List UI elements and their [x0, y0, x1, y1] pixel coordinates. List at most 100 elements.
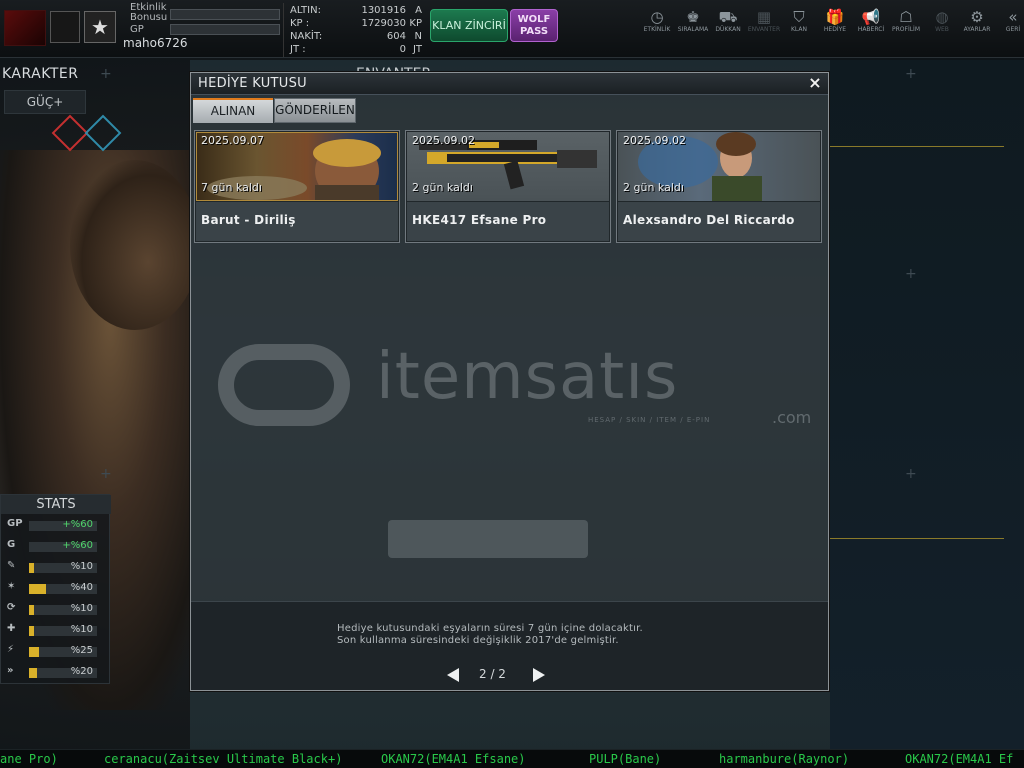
stat-icon: G	[7, 539, 16, 550]
nav-inventory[interactable]: ▦ ENVANTER	[747, 8, 781, 34]
tab-received[interactable]: ALINAN	[193, 98, 273, 123]
wolf-pass-button[interactable]: WOLF PASS	[510, 9, 558, 42]
medal-icon: ♚	[686, 8, 700, 26]
currency-value: 1301916	[361, 5, 406, 16]
gift-remaining: 7 gün kaldı	[201, 181, 262, 194]
rank-logo	[4, 10, 46, 46]
watermark-logo	[218, 344, 350, 426]
nav-clock[interactable]: ◷ ETKİNLİK	[640, 8, 674, 34]
stat-value: +%60	[62, 540, 93, 551]
gift-card[interactable]: 2025.09.02 2 gün kaldı HKE417 Efsane Pro	[405, 130, 611, 243]
stat-bar-fill	[29, 563, 34, 573]
back-icon: «	[1008, 8, 1018, 26]
stat-bar-fill	[29, 647, 39, 657]
right-panel-line	[830, 146, 1004, 147]
stat-value: %10	[70, 624, 93, 635]
stat-icon: »	[7, 665, 14, 676]
news-ticker: ane Pro) ceranacu(Zaitsev Ultimate Black…	[0, 749, 1024, 768]
stat-row: ⟳ %10	[5, 601, 109, 619]
nav-medal[interactable]: ♚ SIRALAMA	[676, 8, 710, 34]
nav-label: HABERCİ	[857, 26, 885, 33]
gift-card[interactable]: 2025.09.07 7 gün kaldı Barut - Diriliş	[194, 130, 400, 243]
clan-emblem[interactable]	[50, 11, 80, 43]
gift-remaining: 2 gün kaldı	[412, 181, 473, 194]
nav-gift[interactable]: 🎁 HEDİYE	[818, 8, 852, 34]
close-button[interactable]: ×	[806, 74, 824, 92]
nav-label: AYARLAR	[963, 26, 991, 33]
stat-icon: ✶	[7, 581, 16, 592]
username: maho6726	[123, 36, 188, 50]
currency-unit: KP	[409, 18, 422, 29]
nav-label: GERİ	[1005, 26, 1021, 33]
nav-back[interactable]: «GERİ	[996, 8, 1024, 34]
plus-marker: +	[905, 66, 917, 82]
stat-bar-fill	[29, 626, 34, 636]
pager: 2 / 2	[445, 667, 545, 683]
nav-globe[interactable]: ◍ WEB	[925, 8, 959, 34]
stat-value: %40	[70, 582, 93, 593]
clan-chain-button[interactable]: KLAN ZİNCİRİ	[430, 9, 508, 42]
currency-value: 1729030	[361, 18, 406, 29]
stat-value: %10	[70, 603, 93, 614]
currency-name: KP :	[290, 18, 310, 29]
nav-shield[interactable]: ⛉ KLAN	[782, 8, 816, 34]
currency-name: ALTIN:	[290, 5, 321, 16]
tab-sent[interactable]: GÖNDERİLEN	[274, 98, 356, 123]
gift-name: HKE417 Efsane Pro	[412, 213, 547, 227]
stat-row: » %20	[5, 664, 109, 682]
gift-icon: 🎁	[825, 8, 845, 26]
info-text: Hediye kutusundaki eşyaların süresi 7 gü…	[337, 623, 643, 634]
nav-gear[interactable]: ⚙ AYARLAR	[960, 8, 994, 34]
megaphone-icon: 📢	[861, 8, 881, 26]
nav-label: ETKİNLİK	[643, 26, 671, 33]
next-page-icon[interactable]	[533, 668, 545, 682]
nav-megaphone[interactable]: 📢 HABERCİ	[854, 8, 888, 34]
inventory-icon: ▦	[756, 8, 772, 26]
gift-date: 2025.09.07	[201, 134, 264, 147]
dialog-title: HEDİYE KUTUSU	[198, 76, 307, 91]
nav-cart[interactable]: ⛟ DÜKKAN	[711, 8, 745, 34]
ticker-item: harmanbure(Raynor)	[719, 752, 850, 766]
stat-icon: ✚	[7, 623, 16, 634]
gift-date: 2025.09.02	[623, 134, 686, 147]
stat-icon: ⚡	[7, 644, 15, 655]
stat-bar-fill	[29, 584, 46, 594]
stat-icon: ✎	[7, 560, 16, 571]
nav-label: WEB	[935, 26, 949, 33]
nav-label: ENVANTER	[747, 26, 781, 33]
gift-name: Alexsandro Del Riccardo	[623, 213, 795, 227]
stat-row: ⚡ %25	[5, 643, 109, 661]
nav-profile[interactable]: ☖ PROFİLİM	[889, 8, 923, 34]
gift-remaining: 2 gün kaldı	[623, 181, 684, 194]
star-icon[interactable]: ★	[84, 11, 116, 43]
watermark-suffix: .com	[772, 408, 812, 427]
gift-card[interactable]: 2025.09.02 2 gün kaldı Alexsandro Del Ri…	[616, 130, 822, 243]
stat-bar-fill	[29, 668, 37, 678]
stat-value: %25	[70, 645, 93, 656]
ticker-item: OKAN72(EM4A1 Ef	[905, 752, 1014, 766]
right-panel-backdrop	[830, 60, 1024, 750]
globe-icon: ◍	[935, 8, 949, 26]
stat-row: ✚ %10	[5, 622, 109, 640]
currency-unit: N	[414, 31, 422, 42]
prev-page-icon[interactable]	[447, 668, 459, 682]
stat-row: G +%60	[5, 538, 109, 556]
stat-row: ✶ %40	[5, 580, 109, 598]
stat-value: %10	[70, 561, 93, 572]
watermark-tagline: HESAP / SKIN / ITEM / E-PIN	[588, 416, 711, 424]
stat-row: GP +%60	[5, 517, 109, 535]
gp-bar	[170, 24, 280, 35]
nav-label: KLAN	[790, 26, 807, 33]
watermark: itemsatıs HESAP / SKIN / ITEM / E-PIN .c…	[214, 340, 814, 440]
currency-row: ALTIN: 1301916 A	[288, 5, 422, 18]
blurred-element	[388, 520, 588, 558]
info-text: Son kullanma süresindeki değişiklik 2017…	[337, 635, 619, 646]
nav-label: PROFİLİM	[891, 26, 921, 33]
currency-value: 0	[399, 44, 406, 55]
nav-label: HEDİYE	[823, 26, 847, 33]
gift-tabs: ALINAN GÖNDERİLEN	[191, 95, 828, 125]
currency-name: JT :	[290, 44, 306, 55]
power-tab[interactable]: GÜÇ+	[4, 90, 86, 114]
gift-date: 2025.09.02	[412, 134, 475, 147]
plus-marker: +	[905, 466, 917, 482]
